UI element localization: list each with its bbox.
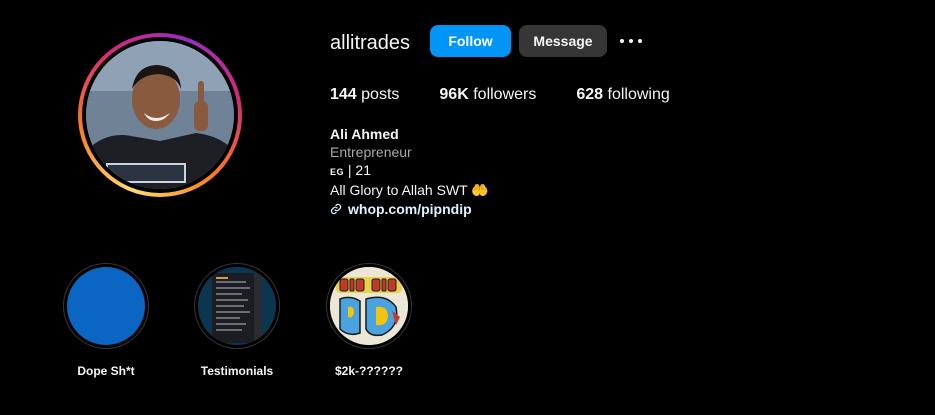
following-count: 628 [576, 86, 604, 103]
category-label: Entrepreneur [330, 144, 412, 160]
highlight-ring [194, 263, 280, 349]
highlight-item[interactable]: Testimonials [187, 263, 287, 378]
posts-count: 144 [330, 86, 357, 103]
profile-bio: Ali Ahmed Entrepreneur EG | 21 All Glory… [330, 125, 489, 218]
followers-label: followers [473, 86, 537, 103]
more-options-icon[interactable] [620, 30, 642, 52]
highlight-cover [67, 267, 145, 345]
dot [629, 39, 633, 43]
bio-line-2-text: All Glory to Allah SWT [330, 182, 468, 198]
flag-icon: EG [330, 167, 345, 177]
dot [620, 39, 624, 43]
posts-label: posts [361, 86, 400, 103]
following-stat[interactable]: 628 following [576, 86, 669, 104]
profile-avatar[interactable] [86, 41, 234, 189]
bio-link-text: whop.com/pipndip [348, 201, 472, 217]
highlight-cover [330, 267, 408, 345]
graffiti-logo-image [330, 267, 408, 345]
following-label: following [607, 86, 670, 103]
bio-line-1-text: | 21 [347, 162, 372, 178]
profile-stats: 144 posts 96K followers 628 following [330, 86, 710, 104]
highlight-ring [63, 263, 149, 349]
username: allitrades [330, 32, 411, 54]
raised-hands-icon: 🤲 [471, 182, 489, 198]
avatar-gap [82, 37, 238, 193]
followers-stat[interactable]: 96K followers [439, 86, 536, 104]
bio-line-1: EG | 21 [330, 161, 489, 181]
highlight-cover [198, 267, 276, 345]
profile-photo [86, 41, 234, 189]
highlight-label: Dope Sh*t [77, 364, 135, 378]
posts-stat: 144 posts [330, 86, 399, 104]
testimonial-screenshot-image [198, 267, 276, 345]
highlight-ring [326, 263, 412, 349]
profile-avatar-story-ring[interactable] [78, 33, 242, 197]
full-name: Ali Ahmed [330, 126, 399, 142]
highlight-item[interactable]: $2k-?????? [319, 263, 419, 378]
highlight-label: Testimonials [200, 364, 274, 378]
bio-line-2: All Glory to Allah SWT 🤲 [330, 181, 489, 199]
follow-button[interactable]: Follow [430, 25, 511, 57]
highlight-label: $2k-?????? [335, 364, 403, 378]
bio-link[interactable]: whop.com/pipndip [330, 200, 489, 218]
link-icon [330, 203, 342, 215]
followers-count: 96K [439, 86, 469, 103]
highlight-item[interactable]: Dope Sh*t [56, 263, 156, 378]
message-button[interactable]: Message [519, 25, 607, 57]
dot [638, 39, 642, 43]
